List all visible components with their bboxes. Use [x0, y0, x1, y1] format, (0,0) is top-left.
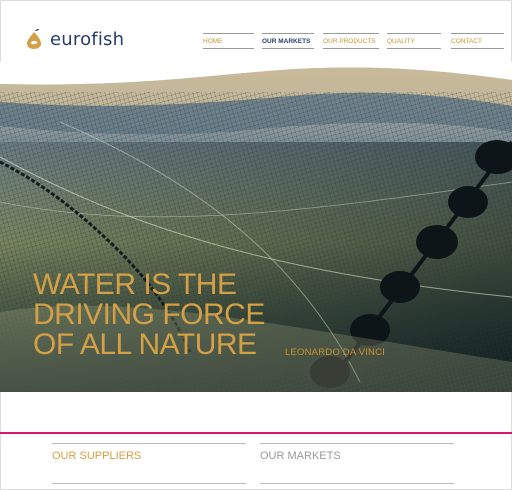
nav-item-quality[interactable]: QUALITY [387, 33, 441, 49]
hero-quote-line-2: DRIVING FORCE [33, 298, 265, 331]
hero-quote-line-1: WATER IS THE [33, 268, 237, 301]
section-title-our-suppliers[interactable]: OUR SUPPLIERS [52, 450, 141, 462]
quote-author: LEONARDO DA VINCI [285, 347, 386, 358]
fish-drop-icon [27, 28, 41, 49]
section-our-suppliers[interactable]: OUR SUPPLIERS [52, 443, 246, 462]
section-our-markets[interactable]: OUR MARKETS [260, 443, 454, 462]
logo[interactable]: eurofish [24, 28, 124, 50]
nav-item-our-products[interactable]: OUR PRODUCTS [323, 33, 379, 49]
section-bottom-rule [260, 483, 454, 484]
hero-quote-line-3: OF ALL NATURE [33, 328, 257, 361]
section-divider [0, 432, 512, 434]
hero-banner: WATER IS THE DRIVING FORCE OF ALL NATURE [0, 62, 512, 392]
nav-item-our-markets[interactable]: OUR MARKETS [262, 33, 314, 49]
brand-name: eurofish [50, 28, 125, 50]
nav-item-home[interactable]: HOME [203, 33, 254, 49]
section-title-our-markets[interactable]: OUR MARKETS [260, 450, 341, 462]
nav-item-contact[interactable]: CONTACT [451, 33, 504, 49]
section-bottom-rule [52, 483, 246, 484]
